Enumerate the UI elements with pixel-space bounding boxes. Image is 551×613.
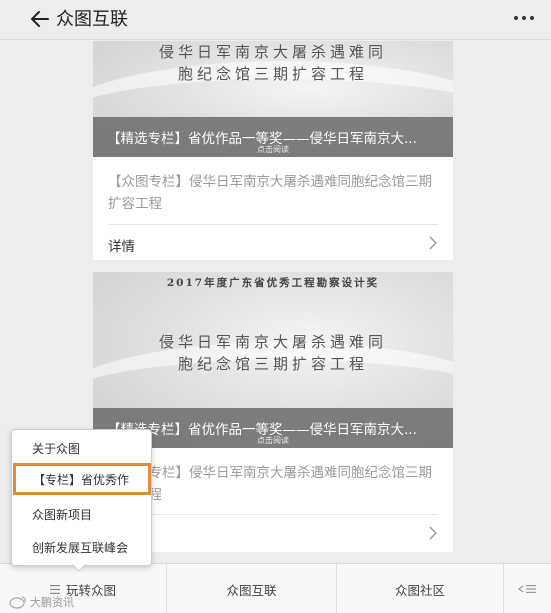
chevron-right-icon[interactable] — [427, 236, 439, 250]
banner-text-line: 侵华日军南京大屠杀遇难同 — [158, 333, 387, 351]
overlay-hint: 点击阅读 — [257, 436, 289, 445]
card-description[interactable]: 【众图专栏】侵华日军南京大屠杀遇难同胞纪念馆三期扩容工程 — [108, 462, 438, 506]
top-bar: 众图互联 — [0, 0, 551, 40]
detail-link[interactable]: 详情 — [108, 235, 135, 255]
submenu-item-about[interactable]: 关于众图 — [12, 432, 151, 464]
more-dots-icon[interactable] — [511, 8, 537, 28]
banner-text-line: 胞纪念馆三期扩容工程 — [177, 65, 368, 83]
divider — [108, 224, 438, 225]
menu-icon — [49, 584, 60, 594]
overlay-hint: 点击阅读 — [257, 145, 289, 154]
arrow-left-icon[interactable] — [28, 7, 52, 31]
article-banner[interactable]: 侵华日军南京大屠杀遇难同 胞纪念馆三期扩容工程 【精选专栏】省优作品一等奖——侵… — [93, 41, 453, 157]
submenu-item-summit[interactable]: 创新发展互联峰会 — [12, 531, 151, 563]
keyboard-toggle-button[interactable] — [504, 564, 551, 613]
submenu-item-column[interactable]: 【专栏】省优秀作 — [13, 463, 151, 495]
banner-text-line: 胞纪念馆三期扩容工程 — [177, 355, 368, 373]
popup-caret-icon — [72, 564, 86, 572]
award-caption: 2017年度广东省优秀工程勘察设计奖 — [166, 277, 380, 289]
nav-item-label: 众图社区 — [394, 582, 445, 598]
watermark: 大鹏资讯 — [8, 594, 74, 610]
submenu-popup: 关于众图 【专栏】省优秀作 众图新项目 创新发展互联峰会 — [11, 429, 152, 572]
card-description[interactable]: 【众图专栏】侵华日军南京大屠杀遇难同胞纪念馆三期扩容工程 — [108, 171, 438, 215]
chevron-right-icon[interactable] — [427, 526, 439, 540]
keyboard-icon — [517, 585, 536, 593]
banner-text-line: 侵华日军南京大屠杀遇难同 — [158, 43, 387, 61]
article-banner[interactable]: 2017年度广东省优秀工程勘察设计奖 侵华日军南京大屠杀遇难同 胞纪念馆三期扩容… — [93, 272, 453, 448]
banner-overlay[interactable]: 【精选专栏】省优作品一等奖——侵华日军南京大... 点击阅读 — [93, 117, 453, 157]
nav-item-shequ[interactable]: 众图社区 — [337, 564, 503, 613]
watermark-text: 大鹏资讯 — [30, 596, 74, 609]
article-card[interactable]: 侵华日军南京大屠杀遇难同 胞纪念馆三期扩容工程 【精选专栏】省优作品一等奖——侵… — [93, 41, 453, 260]
page-title: 众图互联 — [56, 9, 128, 30]
submenu-item-new-projects[interactable]: 众图新项目 — [12, 498, 151, 530]
weibo-logo-icon — [9, 596, 26, 609]
nav-item-label: 众图互联 — [226, 582, 277, 598]
divider — [108, 514, 438, 515]
nav-item-hulian[interactable]: 众图互联 — [167, 564, 336, 613]
